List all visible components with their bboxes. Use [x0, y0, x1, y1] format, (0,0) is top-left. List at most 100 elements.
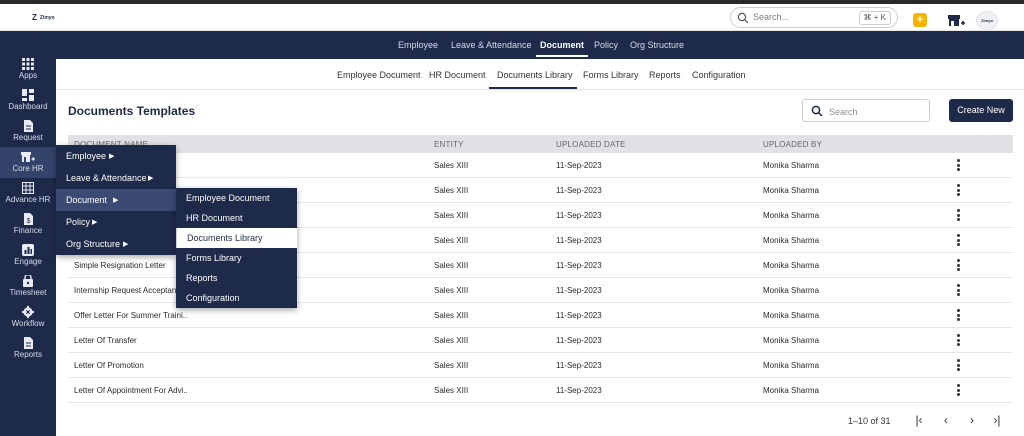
subtab-employee-document[interactable]: Employee Document: [337, 70, 421, 80]
cell-uploaded-date: 11-Sep-2023: [556, 236, 602, 245]
create-new-button[interactable]: Create New: [949, 99, 1013, 122]
cell-uploaded-by: Monika Sharma: [763, 261, 820, 270]
flyout-item-employee[interactable]: Employee ▶: [56, 145, 176, 167]
sidebar-item-apps[interactable]: Apps: [0, 58, 56, 89]
chevron-right-icon: ▶: [109, 153, 115, 160]
subtab-active-indicator: [489, 87, 577, 89]
submenu-item-reports[interactable]: Reports: [176, 268, 297, 288]
submenu-item-documents-library[interactable]: Documents Library: [176, 228, 297, 248]
apps-grid-icon: [22, 58, 34, 70]
module-tab-leave-attendance[interactable]: Leave & Attendance: [451, 40, 532, 50]
sidebar-item-core-hr[interactable]: Core HR: [0, 147, 56, 178]
sidebar-item-advance-hr[interactable]: Advance HR: [0, 182, 56, 213]
more-options-icon[interactable]: [953, 234, 963, 247]
column-header-uploaded-by[interactable]: UPLOADED BY: [763, 140, 822, 149]
cell-entity: Sales XIII: [434, 311, 469, 320]
cell-entity: Sales XIII: [434, 286, 469, 295]
cell-document-name: Letter Of Appointment For Advi..: [74, 386, 188, 395]
more-options-icon[interactable]: [953, 259, 963, 272]
cell-uploaded-date: 11-Sep-2023: [556, 336, 602, 345]
flyout-item-document[interactable]: Document ▶: [56, 189, 176, 211]
module-tab-policy[interactable]: Policy: [594, 40, 618, 50]
cell-uploaded-by: Monika Sharma: [763, 161, 820, 170]
submenu-item-hr-document[interactable]: HR Document: [176, 208, 297, 228]
sidebar-item-workflow[interactable]: Workflow: [0, 306, 56, 337]
sidebar: Apps Dashboard Request Core HR Advance H…: [0, 31, 56, 436]
search-icon: [811, 105, 823, 117]
core-hr-flyout-menu: Employee ▶ Leave & Attendance ▶ Document…: [56, 145, 176, 255]
user-avatar[interactable]: Zimyo: [976, 11, 998, 30]
sidebar-item-finance[interactable]: $ Finance: [0, 213, 56, 244]
column-header-uploaded-date[interactable]: UPLOADED DATE: [556, 140, 626, 149]
table-row[interactable]: Letter Of Appointment For Advi.. Sales XI…: [68, 378, 1013, 403]
cell-document-name: Internship Request Acceptan: [74, 286, 177, 295]
more-options-icon[interactable]: [953, 284, 963, 297]
sidebar-item-dashboard[interactable]: Dashboard: [0, 89, 56, 120]
sidebar-item-timesheet[interactable]: Timesheet: [0, 275, 56, 306]
module-tab-employee[interactable]: Employee: [398, 40, 438, 50]
subtab-reports[interactable]: Reports: [649, 70, 681, 80]
timesheet-icon: [23, 275, 33, 287]
cell-uploaded-by: Monika Sharma: [763, 386, 820, 395]
cell-uploaded-date: 11-Sep-2023: [556, 311, 602, 320]
workflow-icon: [22, 306, 34, 318]
cell-uploaded-by: Monika Sharma: [763, 236, 820, 245]
logo-mark-icon: Z: [32, 13, 37, 22]
submenu-item-forms-library[interactable]: Forms Library: [176, 248, 297, 268]
cell-uploaded-by: Monika Sharma: [763, 336, 820, 345]
cell-uploaded-by: Monika Sharma: [763, 186, 820, 195]
submenu-item-employee-document[interactable]: Employee Document: [176, 188, 297, 208]
page-title: Documents Templates: [68, 104, 196, 118]
subtab-documents-library[interactable]: Documents Library: [497, 70, 573, 80]
table-header: DOCUMENT NAME ENTITY UPLOADED DATE UPLOA…: [68, 135, 1013, 153]
chevron-right-icon: ▶: [92, 219, 98, 226]
column-header-entity[interactable]: ENTITY: [434, 140, 464, 149]
subtab-hr-document[interactable]: HR Document: [429, 70, 486, 80]
more-options-icon[interactable]: [953, 384, 963, 397]
more-options-icon[interactable]: [953, 359, 963, 372]
table-row[interactable]: Experience Letter FormatSales XIII11-Sep…: [68, 153, 1013, 178]
document-search-input[interactable]: Search: [802, 99, 930, 122]
search-shortcut-badge: ⌘ + K: [858, 11, 891, 25]
cell-entity: Sales XIII: [434, 361, 469, 370]
cell-document-name: Offer Letter For Summer Traini..: [74, 311, 188, 320]
subtab-forms-library[interactable]: Forms Library: [583, 70, 639, 80]
sidebar-item-reports[interactable]: Reports: [0, 337, 56, 368]
more-options-icon[interactable]: [953, 184, 963, 197]
flyout-item-leave-attendance[interactable]: Leave & Attendance ▶: [56, 167, 176, 189]
cell-uploaded-date: 11-Sep-2023: [556, 286, 602, 295]
quick-add-icon[interactable]: +: [913, 13, 927, 27]
module-tab-document[interactable]: Document: [540, 40, 584, 50]
global-search-placeholder: Search...: [753, 12, 790, 22]
more-options-icon[interactable]: [953, 334, 963, 347]
more-options-icon[interactable]: [953, 209, 963, 222]
cell-entity: Sales XIII: [434, 236, 469, 245]
more-options-icon[interactable]: [953, 309, 963, 322]
more-options-icon[interactable]: [953, 159, 963, 172]
app-logo[interactable]: Z Zimyo: [32, 13, 55, 22]
chevron-right-icon: ▶: [148, 175, 154, 182]
submenu-item-configuration[interactable]: Configuration: [176, 288, 297, 308]
last-page-icon[interactable]: ›|: [990, 413, 1004, 427]
sidebar-label-request: Request: [13, 133, 43, 142]
sidebar-label-finance: Finance: [13, 226, 43, 235]
module-tab-org-structure[interactable]: Org Structure: [630, 40, 684, 50]
next-page-icon[interactable]: ›: [965, 413, 979, 427]
store-icon[interactable]: [947, 13, 965, 28]
prev-page-icon[interactable]: ‹: [939, 413, 953, 427]
cell-uploaded-by: Monika Sharma: [763, 361, 820, 370]
first-page-icon[interactable]: |‹: [912, 413, 926, 427]
global-search-input[interactable]: Search... ⌘ + K: [730, 7, 898, 28]
pagination-range: 1–10 of 31: [848, 416, 891, 426]
table-row[interactable]: Letter Of Promotion Sales XIII 11-Sep-2023…: [68, 353, 1013, 378]
table-row[interactable]: Letter Of Transfer Sales XIII 11-Sep-2023 M…: [68, 328, 1013, 353]
subtab-configuration[interactable]: Configuration: [692, 70, 746, 80]
sidebar-item-engage[interactable]: Engage: [0, 244, 56, 275]
flyout-item-policy[interactable]: Policy ▶: [56, 211, 176, 233]
document-flyout-submenu: Employee Document HR Document Documents …: [176, 188, 297, 308]
cell-document-name: Letter Of Promotion: [74, 361, 144, 370]
cell-entity: Sales XIII: [434, 186, 469, 195]
flyout-item-org-structure[interactable]: Org Structure ▶: [56, 233, 176, 255]
engage-icon: [22, 244, 34, 256]
cell-uploaded-by: Monika Sharma: [763, 211, 820, 220]
